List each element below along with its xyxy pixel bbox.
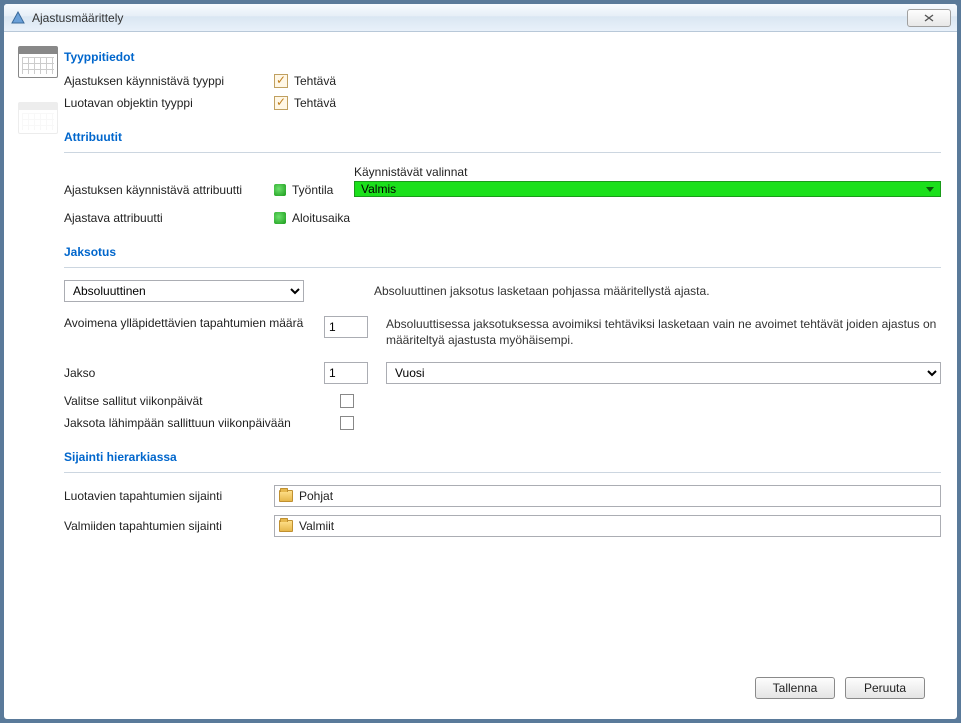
create-location-label: Luotavien tapahtumien sijainti — [64, 489, 274, 503]
done-location-value: Valmiit — [299, 519, 334, 533]
done-location-label: Valmiiden tapahtumien sijainti — [64, 519, 274, 533]
footer: Tallenna Peruuta — [64, 667, 941, 709]
close-button[interactable] — [907, 9, 951, 27]
section-type-title: Tyyppitiedot — [64, 50, 941, 64]
timing-attr-value: Aloitusaika — [292, 211, 350, 225]
open-count-input[interactable] — [324, 316, 368, 338]
create-location-field[interactable]: Pohjat — [274, 485, 941, 507]
folder-icon — [279, 520, 293, 532]
content-area: Tyyppitiedot Ajastuksen käynnistävä tyyp… — [4, 32, 957, 719]
attribute-icon — [274, 212, 286, 224]
open-count-label: Avoimena ylläpidettävien tapahtumien mää… — [64, 316, 324, 330]
dialog-window: Ajastusmäärittely Tyyppitiedot Ajastukse… — [3, 3, 958, 720]
period-mode-select[interactable]: Absoluuttinen — [64, 280, 304, 302]
app-icon — [10, 10, 26, 26]
open-count-desc: Absoluuttisessa jaksotuksessa avoimiksi … — [386, 316, 941, 348]
create-location-value: Pohjat — [299, 489, 333, 503]
weekdays-checkbox[interactable] — [340, 394, 354, 408]
divider — [64, 472, 941, 473]
calendar-icon-ghost — [18, 102, 58, 134]
period-label: Jakso — [64, 366, 324, 380]
titlebar: Ajastusmäärittely — [4, 4, 957, 32]
trigger-options-label: Käynnistävät valinnat — [354, 165, 941, 179]
chevron-down-icon — [926, 187, 934, 192]
section-period-title: Jaksotus — [64, 245, 941, 259]
period-mode-desc: Absoluuttinen jaksotus lasketaan pohjass… — [374, 283, 710, 299]
trigger-options-value: Valmis — [361, 182, 396, 196]
period-unit-select[interactable]: Vuosi — [386, 362, 941, 384]
folder-icon — [279, 490, 293, 502]
created-type-label: Luotavan objektin tyyppi — [64, 96, 274, 110]
task-icon — [274, 74, 288, 88]
trigger-type-value: Tehtävä — [294, 74, 336, 88]
calendar-icon — [18, 46, 58, 78]
nearest-weekday-label: Jaksota lähimpään sallittuun viikonpäivä… — [64, 416, 340, 430]
trigger-attr-label: Ajastuksen käynnistävä attribuutti — [64, 183, 274, 197]
nearest-weekday-checkbox[interactable] — [340, 416, 354, 430]
created-type-value: Tehtävä — [294, 96, 336, 110]
timing-attr-label: Ajastava attribuutti — [64, 211, 274, 225]
weekdays-label: Valitse sallitut viikonpäivät — [64, 394, 340, 408]
divider — [64, 152, 941, 153]
window-title: Ajastusmäärittely — [32, 11, 907, 25]
trigger-type-label: Ajastuksen käynnistävä tyyppi — [64, 74, 274, 88]
attribute-icon — [274, 184, 286, 196]
trigger-attr-value: Työntila — [292, 183, 333, 197]
section-location-title: Sijainti hierarkiassa — [64, 450, 941, 464]
cancel-button[interactable]: Peruuta — [845, 677, 925, 699]
side-column — [4, 32, 64, 719]
period-num-input[interactable] — [324, 362, 368, 384]
done-location-field[interactable]: Valmiit — [274, 515, 941, 537]
main-panel: Tyyppitiedot Ajastuksen käynnistävä tyyp… — [64, 32, 957, 719]
divider — [64, 267, 941, 268]
task-icon — [274, 96, 288, 110]
save-button[interactable]: Tallenna — [755, 677, 835, 699]
section-attributes-title: Attribuutit — [64, 130, 941, 144]
trigger-options-select[interactable]: Valmis — [354, 181, 941, 197]
